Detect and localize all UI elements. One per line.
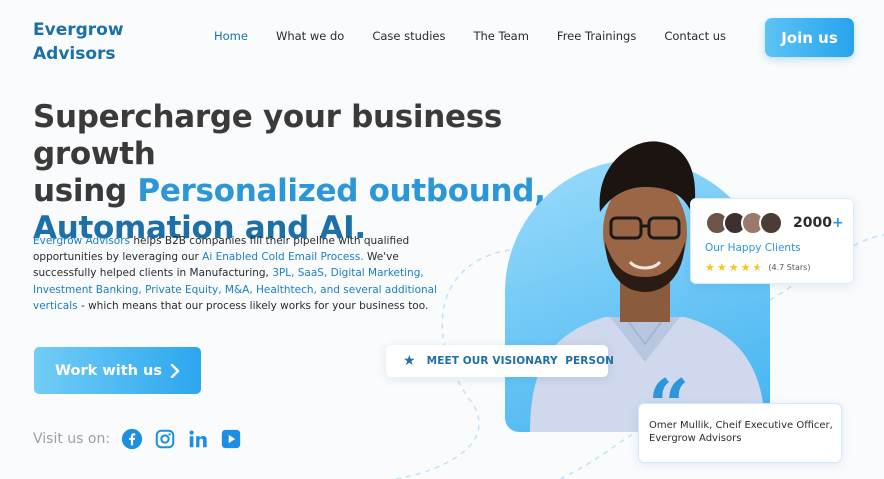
instagram-icon[interactable] [154,428,176,450]
main-nav: Home What we do Case studies The Team Fr… [214,29,754,43]
quote-mark-icon: “ [648,363,690,448]
hero-description: Evergrow Advisors helps B2B companies fi… [33,233,443,314]
chevron-right-icon [170,363,180,378]
star-icon: ★ [728,261,739,274]
brand-line-1: Evergrow [33,20,124,40]
social-label: Visit us on: [33,431,111,447]
nav-home[interactable]: Home [214,29,248,43]
youtube-icon[interactable] [220,428,242,450]
meet-badge-label: MEET OUR VISIONARY PERSON [426,355,615,367]
avatar [759,211,783,235]
star-icon: ★ [403,353,416,369]
facebook-icon[interactable] [121,428,143,450]
brand-line-2: Advisors [33,44,116,64]
star-icon: ★ [705,261,715,274]
linkedin-icon[interactable] [187,428,209,450]
star-icon: ★ [716,261,727,274]
work-with-us-label: Work with us [55,362,162,379]
desc-process: Ai Enabled Cold Email Process. [202,251,364,264]
clients-count: 2000+ [793,215,844,231]
brand-logo[interactable]: Evergrow Advisors [33,18,124,66]
nav-what-we-do[interactable]: What we do [276,29,344,43]
hero-line-1: Supercharge your business growth [33,99,503,172]
star-rating: ★ ★ ★ ★ ★ (4.7 Stars) [705,261,810,274]
hero-headline: Supercharge your business growth using P… [33,99,593,247]
clients-label: Our Happy Clients [705,242,801,254]
clients-count-number: 2000 [793,215,832,231]
hero-line-2-highlight: Personalized outbound, [137,173,546,209]
nav-case-studies[interactable]: Case studies [372,29,445,43]
clients-count-plus: + [831,215,844,231]
work-with-us-button[interactable]: Work with us [34,347,201,394]
rating-text: (4.7 Stars) [768,263,811,272]
happy-clients-card: 2000+ Our Happy Clients ★ ★ ★ ★ ★ (4.7 S… [690,198,854,284]
join-us-button[interactable]: Join us [765,18,854,57]
desc-brand: Evergrow Advisors [33,235,131,247]
social-links: Visit us on: [33,428,253,450]
star-icon: ★ [740,261,751,274]
nav-contact-us[interactable]: Contact us [664,29,726,43]
desc-part-3: - which means that our process likely wo… [77,299,429,312]
half-star-icon: ★ [752,261,763,274]
meet-visionary-badge: ★ MEET OUR VISIONARY PERSON [386,345,614,377]
nav-the-team[interactable]: The Team [473,29,528,43]
client-avatars [705,211,783,235]
nav-free-trainings[interactable]: Free Trainings [557,29,636,43]
hero-line-2-prefix: using [33,173,138,209]
